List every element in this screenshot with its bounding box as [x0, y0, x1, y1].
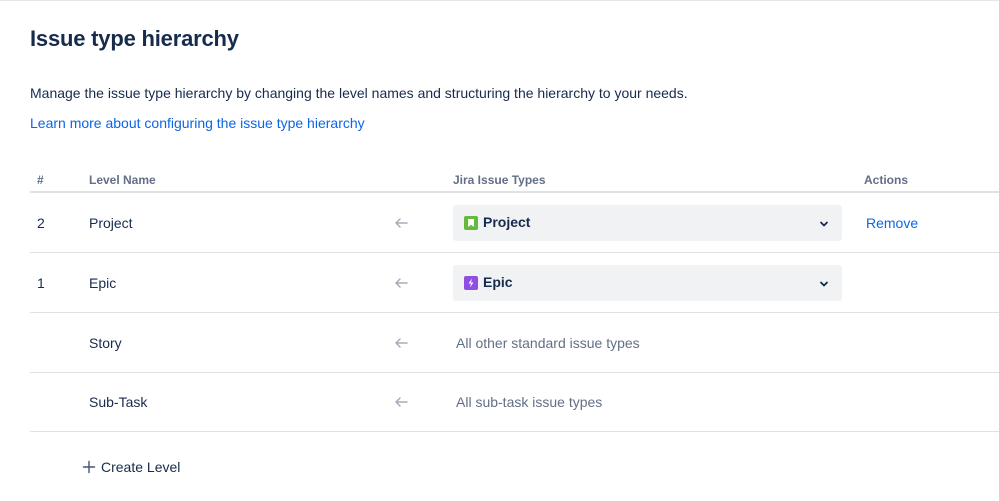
table-row: 2 Project Project Remove: [30, 193, 999, 253]
page-title: Issue type hierarchy: [30, 26, 239, 51]
create-level-button[interactable]: Create Level: [82, 459, 180, 475]
plus-icon: [82, 460, 96, 474]
level-name: Sub-Task: [89, 394, 148, 410]
level-number: 2: [37, 214, 45, 231]
table-header: # Level Name Jira Issue Types Actions: [30, 166, 999, 193]
epic-icon: [464, 275, 478, 290]
table-row: Sub-Task All sub-task issue types: [30, 373, 999, 432]
level-name: Epic: [89, 274, 117, 291]
table-row: Story All other standard issue types: [30, 313, 999, 373]
issue-type-select[interactable]: Epic: [453, 264, 842, 301]
issue-types-text: All sub-task issue types: [456, 394, 603, 410]
chevron-down-icon: [818, 217, 830, 229]
level-number: 1: [37, 274, 45, 291]
learn-more-link[interactable]: Learn more about configuring the issue t…: [30, 115, 365, 131]
arrow-left-icon: [393, 275, 409, 291]
level-name: Project: [89, 214, 133, 231]
page-description: Manage the issue type hierarchy by chang…: [30, 85, 688, 101]
top-divider: [0, 0, 999, 1]
issue-types-text: All other standard issue types: [456, 334, 640, 351]
project-icon: [464, 215, 478, 230]
table-row: 1 Epic Epic: [30, 253, 999, 313]
header-number: #: [37, 173, 44, 187]
create-level-label: Create Level: [101, 459, 181, 475]
header-actions: Actions: [864, 173, 909, 187]
arrow-left-icon: [393, 215, 409, 231]
remove-button[interactable]: Remove: [866, 215, 918, 231]
issue-type-select-value: Epic: [483, 273, 513, 290]
issue-type-select-value: Project: [483, 213, 531, 230]
issue-type-select[interactable]: Project: [453, 204, 842, 241]
level-name: Story: [89, 334, 122, 351]
header-level-name: Level Name: [89, 173, 156, 187]
header-jira-issue-types: Jira Issue Types: [453, 173, 546, 187]
hierarchy-table: # Level Name Jira Issue Types Actions 2 …: [30, 166, 999, 432]
arrow-left-icon: [393, 394, 409, 410]
chevron-down-icon: [818, 277, 830, 289]
arrow-left-icon: [393, 335, 409, 351]
